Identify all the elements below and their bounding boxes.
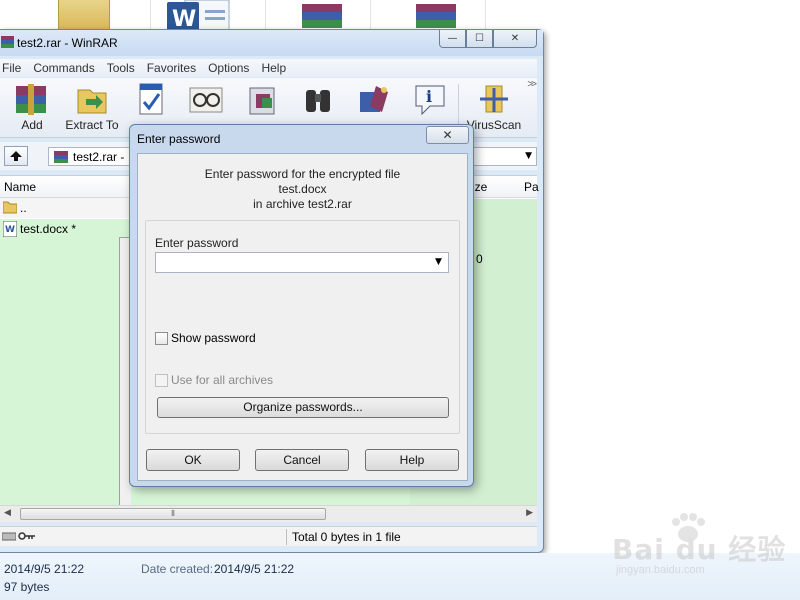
password-dialog: Enter password ✕ Enter password for the …	[129, 124, 474, 487]
drive-icon	[2, 532, 16, 541]
list-item-name: test.docx *	[20, 222, 77, 236]
password-input[interactable]	[155, 252, 449, 273]
status-divider	[286, 529, 287, 545]
menu-tools[interactable]: Tools	[107, 61, 135, 75]
ok-button[interactable]: OK	[146, 449, 240, 471]
date-created: 2014/9/5 21:22	[214, 562, 295, 576]
menu-commands[interactable]: Commands	[33, 61, 94, 75]
up-folder-button[interactable]	[4, 146, 28, 166]
menu-bar: File Commands Tools Favorites Options He…	[0, 59, 537, 77]
add-label: Add	[21, 118, 43, 132]
folder-icon	[3, 201, 17, 214]
maximize-button[interactable]: ☐	[466, 30, 493, 48]
toolbar-overflow-icon[interactable]: >>	[527, 79, 537, 90]
chevron-down-icon[interactable]: ▼	[435, 257, 456, 267]
svg-text:i: i	[426, 87, 432, 106]
message-line: Enter password for the encrypted file	[204, 167, 401, 181]
extract-to-button[interactable]: Extract To	[64, 82, 120, 134]
horizontal-scrollbar[interactable]: ◀ ⦀ ▶	[0, 505, 537, 522]
desktop-divider	[265, 0, 266, 30]
show-password-row[interactable]: Show password	[155, 331, 256, 345]
menu-favorites[interactable]: Favorites	[147, 61, 196, 75]
desktop-divider	[485, 0, 486, 30]
dialog-body: Enter password for the encrypted file te…	[137, 153, 468, 481]
watermark-brand: Bai du 经验	[612, 533, 787, 566]
file-size: 97 bytes	[4, 580, 50, 594]
password-label: Enter password	[155, 236, 239, 250]
password-group: Enter password ▼ Show password Use for a…	[145, 220, 460, 434]
svg-text:W: W	[5, 225, 15, 235]
menu-help[interactable]: Help	[261, 61, 286, 75]
list-item-size: 0	[476, 252, 483, 266]
scroll-right-icon[interactable]: ▶	[526, 508, 533, 518]
message-archive: in archive test2.rar	[253, 197, 352, 211]
delete-trash-icon	[249, 87, 275, 115]
title-bar[interactable]: test2.rar - WinRAR — ☐ ✕	[0, 30, 543, 56]
dialog-message: Enter password for the encrypted file te…	[138, 167, 467, 212]
column-name[interactable]: Name	[4, 180, 36, 194]
desktop-folder-icon[interactable]	[58, 0, 110, 30]
arrow-up-icon	[10, 151, 22, 161]
virusscan-button[interactable]: VirusScan	[466, 82, 522, 134]
status-total: Total 0 bytes in 1 file	[292, 530, 401, 544]
minimize-button[interactable]: —	[439, 30, 466, 48]
word-document-icon: W	[3, 221, 17, 237]
watermark-url: jingyan.baidu.com	[616, 564, 705, 576]
desktop-divider	[150, 0, 151, 30]
show-password-label: Show password	[171, 331, 256, 345]
use-for-all-row: Use for all archives	[155, 373, 273, 387]
address-path: test2.rar -	[73, 150, 125, 164]
window-title: test2.rar - WinRAR	[17, 36, 118, 50]
use-for-all-label: Use for all archives	[171, 373, 274, 387]
dialog-close-button[interactable]: ✕	[426, 126, 469, 144]
find-binoculars-icon	[306, 90, 330, 112]
status-bar: Total 0 bytes in 1 file	[0, 526, 537, 546]
key-icon[interactable]	[18, 531, 36, 541]
winrar-app-icon	[1, 36, 14, 48]
archive-icon	[54, 151, 68, 163]
desktop-winrar-archive-icon[interactable]	[414, 0, 458, 28]
column-packed[interactable]: Pa	[524, 180, 539, 194]
add-archive-icon	[16, 84, 46, 115]
info-icon: i	[415, 85, 445, 116]
virusscan-icon	[480, 85, 508, 113]
scroll-thumb[interactable]: ⦀	[20, 508, 326, 520]
window-controls: — ☐ ✕	[439, 30, 537, 48]
list-item-name: ..	[20, 201, 27, 215]
watermark: Bai du 经验 jingyan.baidu.com	[612, 512, 800, 580]
wizard-icon	[360, 86, 388, 112]
scroll-left-icon[interactable]: ◀	[4, 508, 11, 518]
chevron-down-icon[interactable]: ▼	[525, 151, 532, 161]
cancel-button[interactable]: Cancel	[255, 449, 349, 471]
extract-folder-icon	[77, 89, 107, 114]
view-glasses-icon	[189, 87, 223, 113]
message-filename: test.docx	[278, 182, 327, 196]
add-button[interactable]: Add	[4, 82, 60, 134]
status-icons	[2, 531, 36, 541]
date-created-label: Date created:	[141, 562, 214, 576]
help-button[interactable]: Help	[365, 449, 459, 471]
desktop-winrar-archive-icon[interactable]	[300, 0, 344, 28]
extract-to-label: Extract To	[65, 118, 119, 132]
date-modified: 2014/9/5 21:22	[4, 562, 85, 576]
show-password-checkbox[interactable]	[155, 331, 168, 345]
use-for-all-checkbox	[155, 373, 168, 387]
close-button[interactable]: ✕	[493, 30, 537, 48]
organize-passwords-button[interactable]: Organize passwords...	[157, 397, 449, 418]
menu-options[interactable]: Options	[208, 61, 249, 75]
test-clipboard-icon	[139, 83, 163, 115]
desktop-divider	[370, 0, 371, 30]
virusscan-label: VirusScan	[466, 118, 522, 132]
dialog-title: Enter password	[137, 132, 221, 146]
menu-file[interactable]: File	[2, 61, 21, 75]
